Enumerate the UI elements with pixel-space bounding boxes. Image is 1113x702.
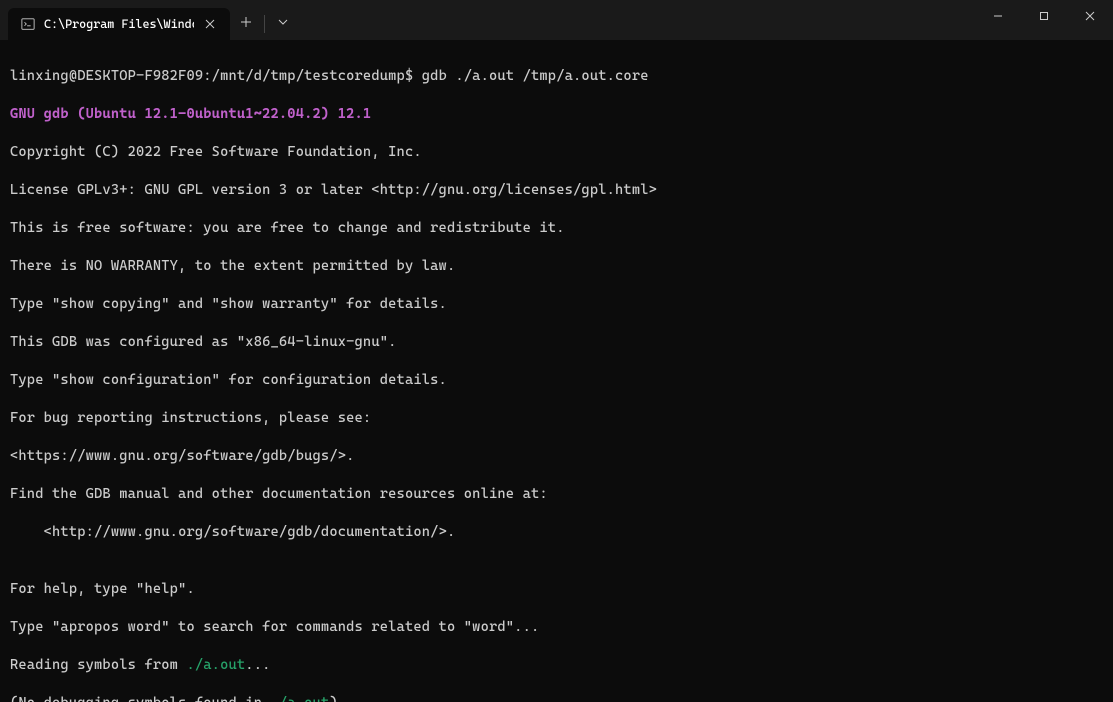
text-line: Find the GDB manual and other documentat…: [10, 485, 1103, 504]
text-line: For help, type "help".: [10, 580, 1103, 599]
window-controls: [975, 0, 1113, 40]
gdb-version: GNU gdb (Ubuntu 12.1-0ubuntu1~22.04.2) 1…: [10, 106, 371, 122]
shell-prompt: linxing@DESKTOP-F982F09:/mnt/d/tmp/testc…: [10, 68, 413, 84]
text-line: This GDB was configured as "x86_64-linux…: [10, 333, 1103, 352]
new-tab-button[interactable]: [230, 6, 262, 38]
text-line: <http://www.gnu.org/software/gdb/documen…: [10, 523, 1103, 542]
close-window-button[interactable]: [1067, 0, 1113, 32]
text-line: This is free software: you are free to c…: [10, 219, 1103, 238]
text-span: ...: [245, 657, 270, 673]
tab-active[interactable]: C:\Program Files\WindowsAp: [8, 8, 230, 40]
text-line: Type "show copying" and "show warranty" …: [10, 295, 1103, 314]
text-line: License GPLv3+: GNU GPL version 3 or lat…: [10, 181, 1103, 200]
terminal-icon: [20, 16, 36, 32]
text-line: There is NO WARRANTY, to the extent perm…: [10, 257, 1103, 276]
text-line: Type "show configuration" for configurat…: [10, 371, 1103, 390]
text-line: <https://www.gnu.org/software/gdb/bugs/>…: [10, 447, 1103, 466]
shell-command: gdb ./a.out /tmp/a.out.core: [413, 68, 648, 84]
tab-divider: [264, 15, 265, 33]
tab-close-button[interactable]: [202, 16, 218, 32]
text-line: For bug reporting instructions, please s…: [10, 409, 1103, 428]
text-span: (No debugging symbols found in: [10, 695, 271, 702]
tab-dropdown-button[interactable]: [267, 6, 299, 38]
text-span: Reading symbols from: [10, 657, 186, 673]
maximize-button[interactable]: [1021, 0, 1067, 32]
path-span: ./a.out: [186, 657, 245, 673]
text-line: Copyright (C) 2022 Free Software Foundat…: [10, 143, 1103, 162]
path-span: ./a.out: [271, 695, 330, 702]
text-span: ): [329, 695, 337, 702]
minimize-button[interactable]: [975, 0, 1021, 32]
tab-strip: C:\Program Files\WindowsAp: [0, 0, 299, 40]
terminal-output[interactable]: linxing@DESKTOP-F982F09:/mnt/d/tmp/testc…: [0, 40, 1113, 702]
text-line: Type "apropos word" to search for comman…: [10, 618, 1103, 637]
tab-title: C:\Program Files\WindowsAp: [44, 17, 194, 31]
window-titlebar: C:\Program Files\WindowsAp: [0, 0, 1113, 40]
